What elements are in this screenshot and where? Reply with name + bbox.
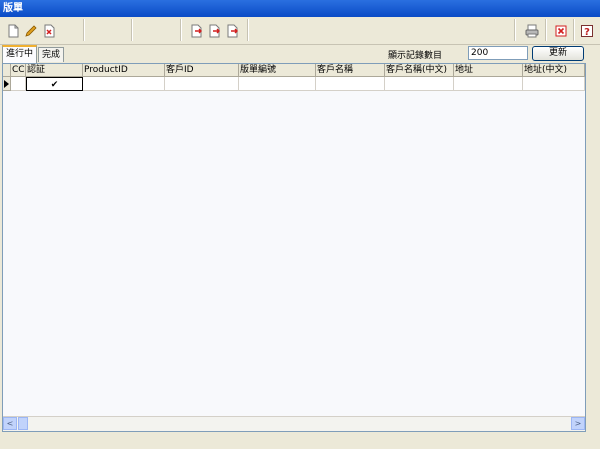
help-icon[interactable]: ? bbox=[578, 22, 596, 40]
svg-text:?: ? bbox=[584, 27, 590, 38]
new-document-icon[interactable] bbox=[4, 22, 22, 40]
table-cell[interactable] bbox=[165, 77, 239, 91]
column-header-address[interactable]: 地址 bbox=[454, 64, 523, 77]
tab-in-progress[interactable]: 進行中 bbox=[2, 45, 38, 63]
delete-icon[interactable] bbox=[40, 22, 58, 40]
column-header-verified[interactable]: 認証 bbox=[26, 64, 83, 77]
column-header-order-number[interactable]: 版單編號 bbox=[239, 64, 316, 77]
column-header-customer-name[interactable]: 客戶名稱 bbox=[316, 64, 385, 77]
column-header-customer-name-chinese[interactable]: 客戶名稱(中文) bbox=[385, 64, 454, 77]
print-icon[interactable] bbox=[523, 22, 541, 40]
row-selector-arrow-icon[interactable] bbox=[3, 77, 11, 91]
horizontal-scrollbar[interactable]: < > bbox=[3, 416, 585, 431]
table-cell[interactable] bbox=[83, 77, 165, 91]
table-cell[interactable] bbox=[523, 77, 585, 91]
column-header-address-chinese[interactable]: 地址(中文) bbox=[523, 64, 585, 77]
refresh-button[interactable]: 更新 bbox=[532, 46, 584, 61]
export-arrow-icon[interactable] bbox=[206, 22, 224, 40]
display-count-input[interactable]: 200 bbox=[468, 46, 528, 60]
export-arrow-icon[interactable] bbox=[224, 22, 242, 40]
scroll-right-button[interactable]: > bbox=[571, 417, 585, 430]
table-cell[interactable] bbox=[385, 77, 454, 91]
toolbar: ? bbox=[0, 17, 600, 45]
table-cell[interactable] bbox=[11, 77, 26, 91]
verified-checkbox-cell[interactable]: ✔ bbox=[26, 77, 83, 91]
column-header-product-id[interactable]: ProductID bbox=[83, 64, 165, 77]
window-title: 版單 bbox=[0, 0, 600, 17]
scrollbar-thumb[interactable] bbox=[18, 417, 28, 430]
table-cell[interactable] bbox=[316, 77, 385, 91]
column-header-customer-id[interactable]: 客戶ID bbox=[165, 64, 239, 77]
display-count-label: 顯示記錄數目 bbox=[388, 51, 443, 61]
window-right-edge bbox=[588, 63, 600, 432]
tab-completed[interactable]: 完成 bbox=[38, 47, 65, 62]
table-cell[interactable] bbox=[454, 77, 523, 91]
close-icon[interactable] bbox=[552, 22, 570, 40]
scroll-left-button[interactable]: < bbox=[3, 417, 17, 430]
edit-pencil-icon[interactable] bbox=[22, 22, 40, 40]
export-arrow-icon[interactable] bbox=[188, 22, 206, 40]
table-cell[interactable] bbox=[239, 77, 316, 91]
data-grid: CC 認証 ProductID 客戶ID 版單編號 客戶名稱 客戶名稱(中文) … bbox=[2, 63, 586, 432]
column-header-cc[interactable]: CC bbox=[11, 64, 26, 77]
grid-empty-area bbox=[3, 91, 585, 418]
row-header-corner bbox=[3, 64, 11, 77]
